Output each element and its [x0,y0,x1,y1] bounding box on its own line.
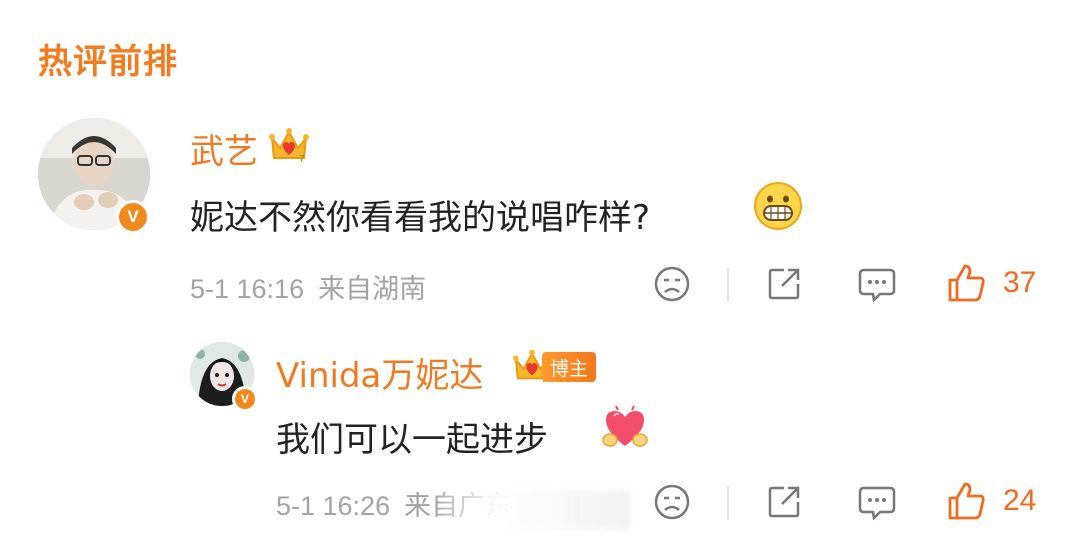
comment-text: 妮达不然你看看我的说唱咋样? [190,198,651,238]
dislike-face-icon[interactable] [652,264,692,308]
svg-text:7: 7 [299,154,305,165]
dislike-face-icon[interactable] [652,482,692,526]
comment-meta: 5-1 16:16 来自湖南 [190,267,426,306]
comment-time: 5-1 16:16 [190,274,305,304]
like-count: 24 [1003,484,1037,517]
heart-hands-emoji-icon [600,402,650,456]
comment-icon[interactable] [856,482,898,526]
share-icon[interactable] [764,482,804,526]
share-icon[interactable] [764,264,804,308]
grin-emoji-icon [752,180,804,236]
reply-time: 5-1 16:26 [276,491,391,521]
crown-badge-icon: 7 [266,124,312,170]
reply-text: 我们可以一起进步 [276,420,548,460]
verified-badge-icon: V [116,200,150,234]
like-count: 37 [1003,266,1037,299]
comment-username[interactable]: 武艺 [190,124,258,173]
divider [727,268,729,302]
avatar[interactable]: V [38,118,150,234]
divider [727,486,729,520]
verified-badge-icon: V [232,386,258,412]
comment-icon[interactable] [856,264,898,308]
reply-username[interactable]: Vinida万妮达 [276,348,483,397]
blogger-badge: 博主 [542,352,597,382]
like-thumb-icon[interactable] [946,262,988,308]
hot-comments-title: 热评前排 [38,42,178,82]
avatar[interactable]: V [190,342,258,412]
watermark-overlay [440,490,630,530]
like-thumb-icon[interactable] [946,480,988,526]
comment-location: 来自湖南 [318,274,427,304]
